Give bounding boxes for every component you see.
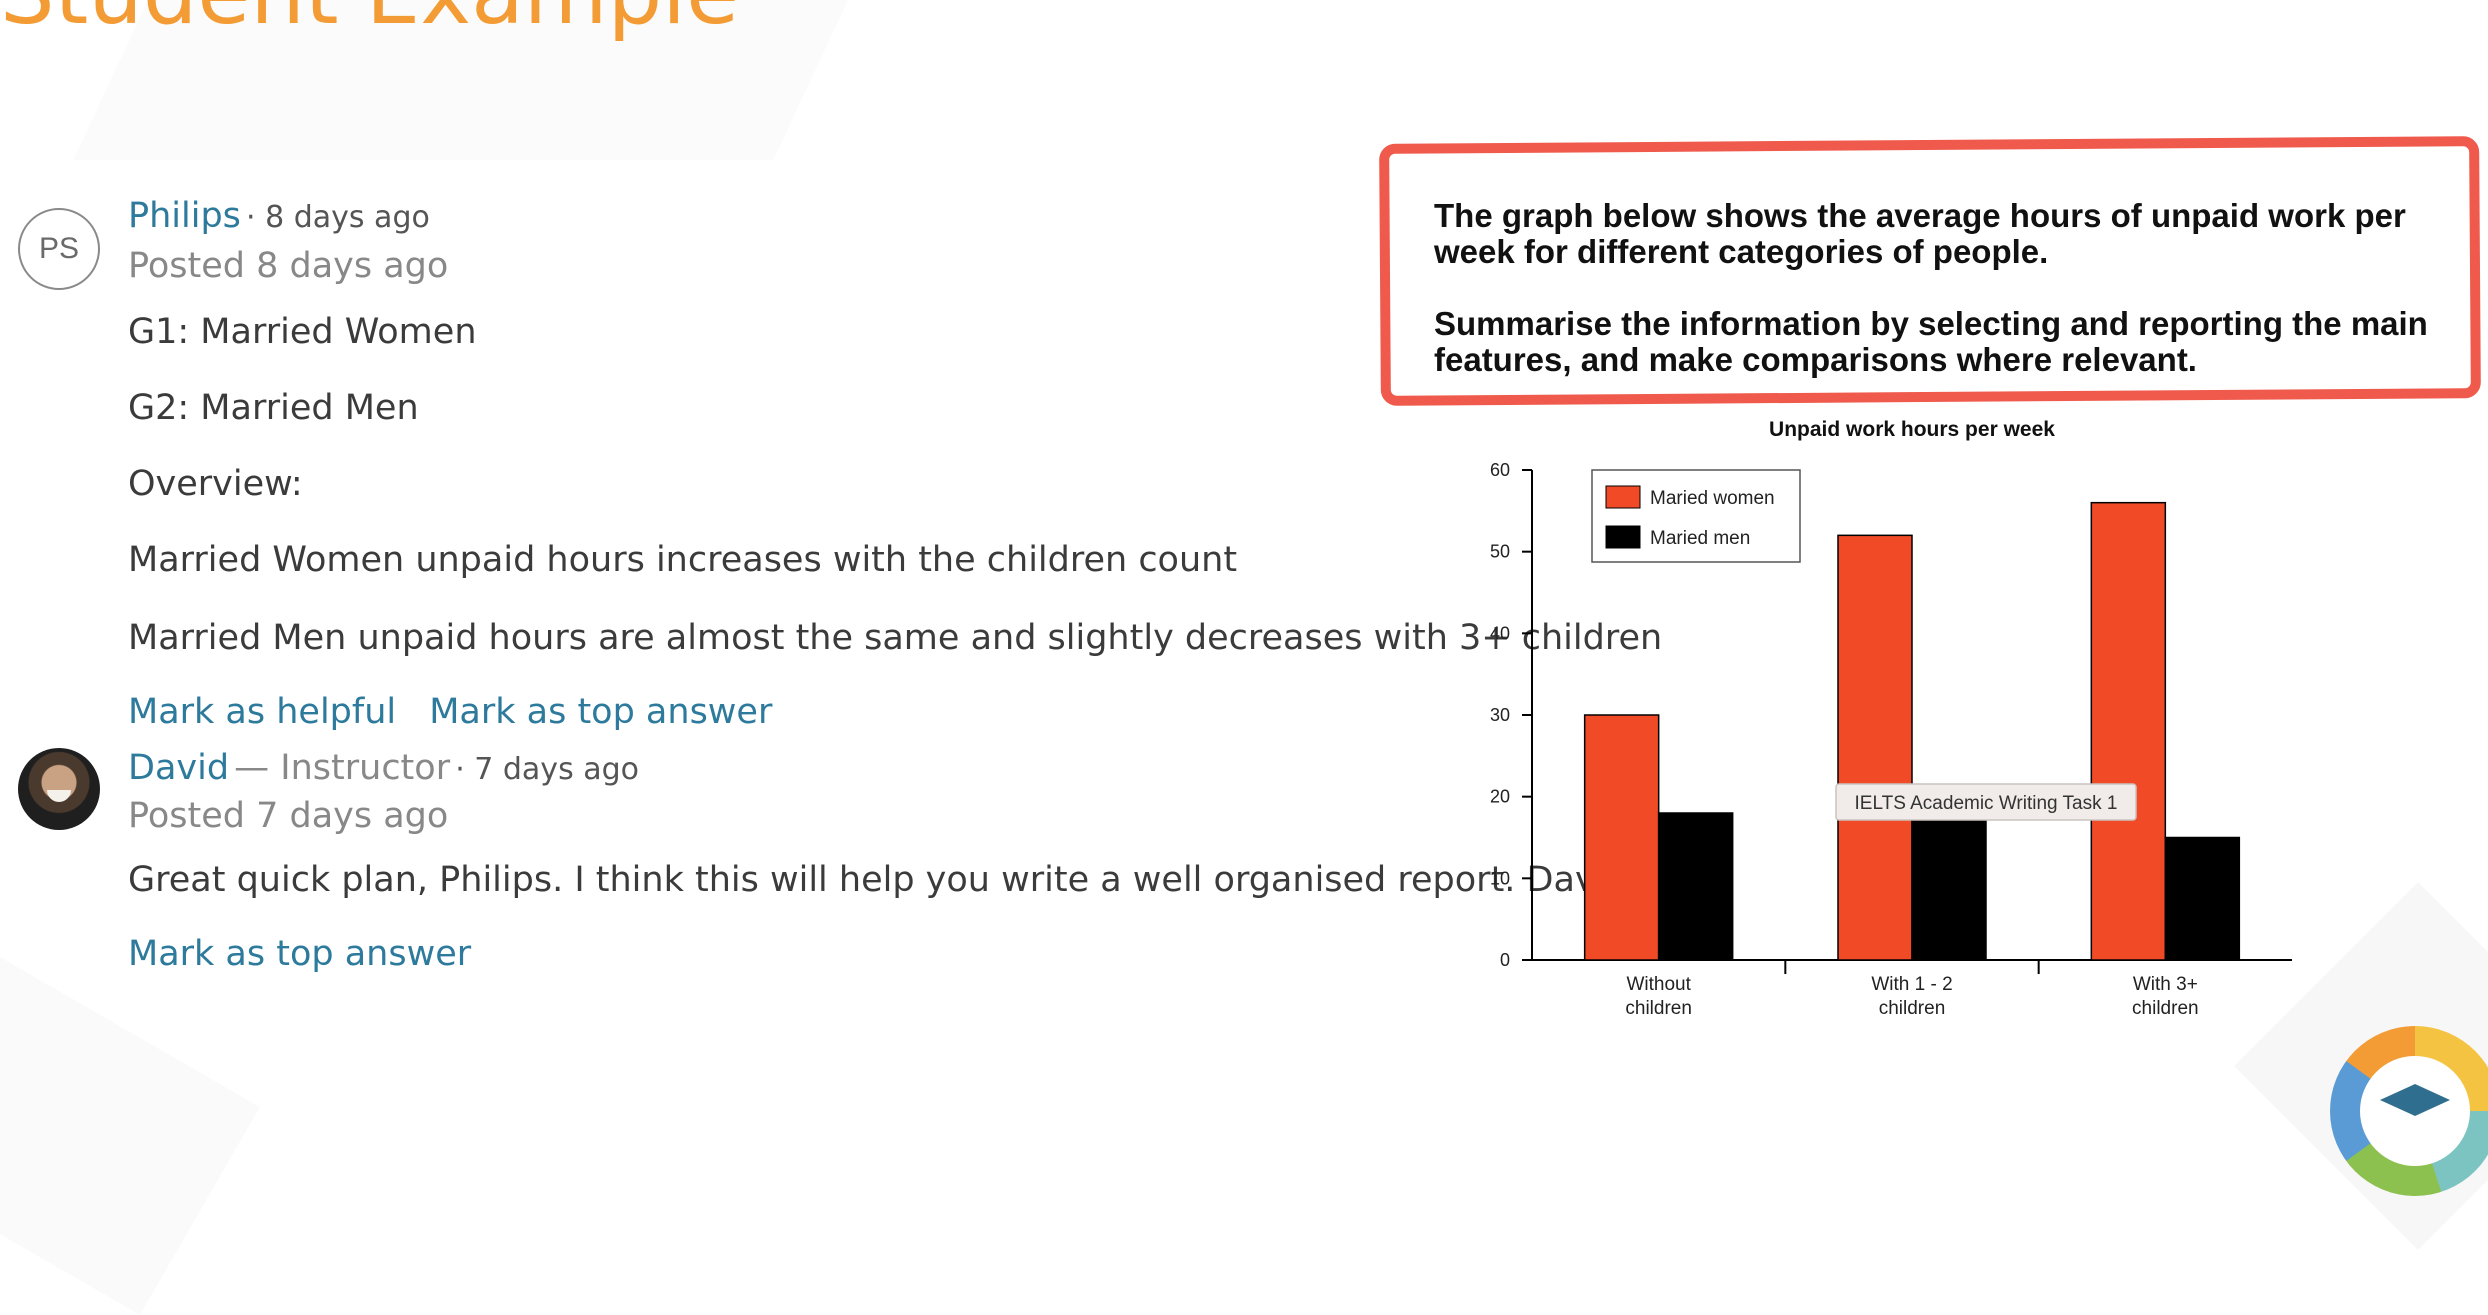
x-tick-label: children xyxy=(2132,998,2199,1019)
task-prompt: The graph below shows the average hours … xyxy=(1434,198,2464,414)
avatar[interactable] xyxy=(18,748,100,830)
mark-helpful-button[interactable]: Mark as helpful xyxy=(128,692,396,732)
x-tick-label: children xyxy=(1879,998,1946,1019)
annotation-label: IELTS Academic Writing Task 1 xyxy=(1855,793,2118,814)
post-line: Overview: xyxy=(128,464,303,504)
chart-title: Unpaid work hours per week xyxy=(1769,418,2055,441)
legend-swatch xyxy=(1605,525,1641,549)
post-line: G1: Married Women xyxy=(128,312,477,352)
post-actions: Mark as helpful Mark as top answer xyxy=(128,692,772,732)
bar xyxy=(1837,534,1913,961)
x-tick-label: With 3+ xyxy=(2133,974,2198,995)
prompt-line: Summarise the information by selecting a… xyxy=(1434,305,2428,378)
x-tick-label: With 1 - 2 xyxy=(1871,974,1952,995)
bar xyxy=(1911,820,1987,961)
y-tick-label: 60 xyxy=(1490,460,1510,480)
post-line: G2: Married Men xyxy=(128,388,419,428)
legend-label: Maried men xyxy=(1650,528,1750,549)
posted-date: Posted 8 days ago xyxy=(128,246,449,286)
legend-label: Maried women xyxy=(1650,488,1775,509)
post-line: Great quick plan, Philips. I think this … xyxy=(128,860,1628,900)
y-tick-label: 50 xyxy=(1490,542,1510,562)
mark-top-answer-button[interactable]: Mark as top answer xyxy=(128,934,471,974)
x-tick-label: children xyxy=(1625,998,1692,1019)
post-time: · 8 days ago xyxy=(246,200,430,235)
post-header: David — Instructor · 7 days ago xyxy=(128,748,639,788)
avatar-photo xyxy=(47,790,71,802)
post-actions: Mark as top answer xyxy=(128,934,471,974)
legend-swatch xyxy=(1605,485,1641,509)
mark-top-answer-button[interactable]: Mark as top answer xyxy=(429,692,772,732)
author-role: — Instructor xyxy=(234,748,451,788)
x-tick-label: Without xyxy=(1626,974,1691,995)
y-tick-label: 20 xyxy=(1490,787,1510,807)
y-tick-label: 30 xyxy=(1490,705,1510,725)
post-header: Philips · 8 days ago xyxy=(128,196,430,236)
bar xyxy=(1583,714,1660,961)
y-tick-label: 10 xyxy=(1490,868,1510,888)
bar xyxy=(2090,501,2167,961)
logo xyxy=(2330,1026,2488,1196)
post-line: Married Men unpaid hours are almost the … xyxy=(128,618,1663,658)
post-line: Married Women unpaid hours increases wit… xyxy=(128,540,1238,580)
background-shape xyxy=(0,957,260,1315)
bar xyxy=(1657,812,1734,961)
author-name[interactable]: David xyxy=(128,748,229,788)
bar-chart: Unpaid work hours per week 0 10 20 30 40 50 60 W… xyxy=(1490,418,2292,1019)
prompt-line: The graph below shows the average hours … xyxy=(1434,197,2406,270)
y-tick-label: 0 xyxy=(1500,950,1510,970)
bar xyxy=(2164,836,2241,961)
avatar[interactable]: PS xyxy=(18,208,100,290)
author-name[interactable]: Philips xyxy=(128,196,241,236)
y-tick-label: 40 xyxy=(1490,623,1510,643)
post-time: · 7 days ago xyxy=(455,752,640,787)
slide-heading: Student Example xyxy=(0,0,739,44)
posted-date: Posted 7 days ago xyxy=(128,796,449,836)
